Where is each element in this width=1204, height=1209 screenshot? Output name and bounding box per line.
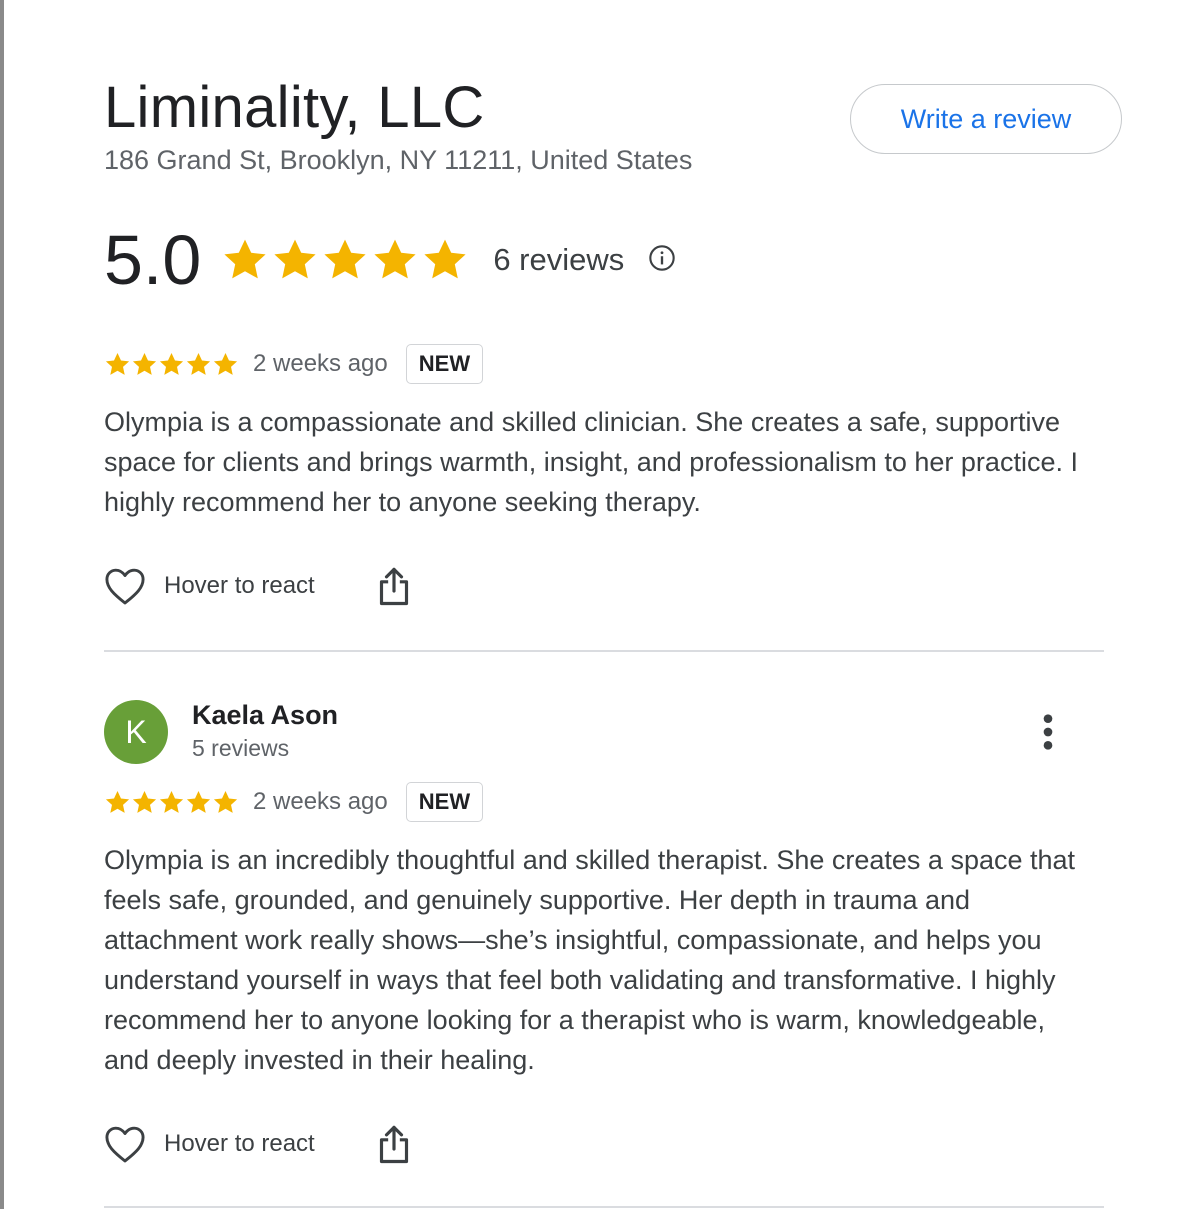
window-edge bbox=[0, 0, 4, 1209]
heart-icon[interactable] bbox=[104, 566, 146, 606]
star-icon bbox=[105, 352, 130, 375]
react-label[interactable]: Hover to react bbox=[164, 572, 315, 600]
star-icon bbox=[213, 790, 238, 813]
average-rating: 5.0 bbox=[104, 221, 202, 299]
rating-summary: 5.0 6 reviews bbox=[104, 220, 676, 300]
react-label[interactable]: Hover to react bbox=[164, 1130, 315, 1158]
share-icon[interactable] bbox=[377, 1124, 411, 1164]
review-stars bbox=[104, 789, 239, 816]
star-icon bbox=[159, 790, 184, 813]
more-options-icon[interactable] bbox=[1034, 712, 1062, 752]
review-meta: 2 weeks ago NEW bbox=[104, 343, 484, 385]
author-name[interactable]: Kaela Ason bbox=[192, 700, 338, 731]
write-review-button[interactable]: Write a review bbox=[850, 84, 1122, 154]
star-icon bbox=[105, 790, 130, 813]
star-icon bbox=[374, 239, 416, 279]
star-icon bbox=[224, 239, 266, 279]
star-icon bbox=[132, 352, 157, 375]
author-review-count: 5 reviews bbox=[192, 735, 290, 761]
review-time: 2 weeks ago bbox=[253, 788, 388, 815]
review-actions: Hover to react bbox=[104, 562, 411, 610]
star-icon bbox=[324, 239, 366, 279]
star-icon bbox=[186, 790, 211, 813]
review-count: 6 reviews bbox=[493, 242, 625, 277]
review-text: Olympia is an incredibly thoughtful and … bbox=[104, 845, 1076, 1075]
review-divider bbox=[104, 650, 1104, 652]
review-text: Olympia is a compassionate and skilled c… bbox=[104, 407, 1078, 517]
average-rating-stars bbox=[221, 236, 469, 284]
star-icon bbox=[213, 352, 238, 375]
star-icon bbox=[132, 790, 157, 813]
business-address: 186 Grand St, Brooklyn, NY 11211, United… bbox=[104, 145, 693, 175]
share-icon[interactable] bbox=[377, 566, 411, 606]
info-icon[interactable] bbox=[648, 244, 676, 272]
star-icon bbox=[186, 352, 211, 375]
review-time: 2 weeks ago bbox=[253, 350, 388, 377]
avatar[interactable]: K bbox=[104, 700, 168, 764]
review-meta: 2 weeks ago NEW bbox=[104, 781, 484, 823]
reviews-panel: Liminality, LLC 186 Grand St, Brooklyn, … bbox=[104, 0, 1124, 1209]
review-actions: Hover to react bbox=[104, 1120, 411, 1168]
business-name: Liminality, LLC bbox=[104, 75, 485, 140]
review-divider bbox=[104, 1206, 1104, 1208]
star-icon bbox=[159, 352, 184, 375]
star-icon bbox=[424, 239, 466, 279]
heart-icon[interactable] bbox=[104, 1124, 146, 1164]
new-badge: NEW bbox=[405, 344, 484, 384]
review-stars bbox=[104, 351, 239, 378]
star-icon bbox=[274, 239, 316, 279]
new-badge: NEW bbox=[405, 782, 484, 822]
